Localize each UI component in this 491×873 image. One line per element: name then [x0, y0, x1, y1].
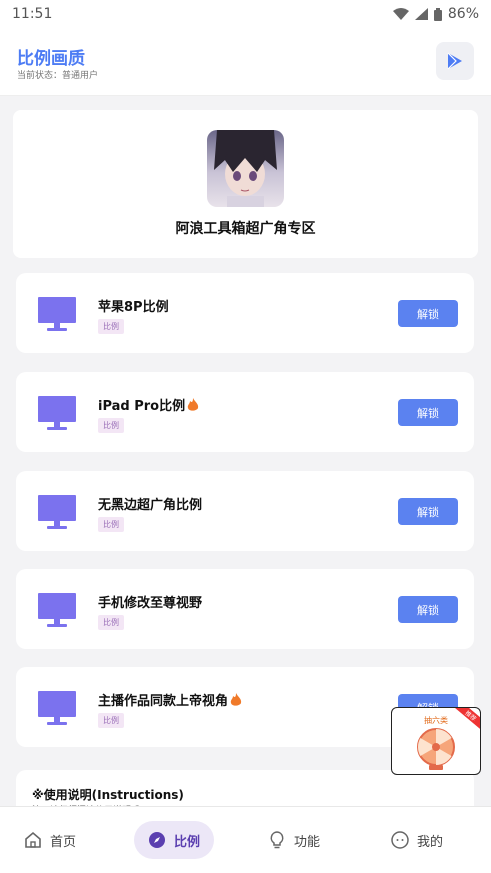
nav-ratio[interactable]: 比例: [134, 821, 215, 859]
status-bar: 11:51 86%: [0, 0, 491, 28]
battery-percent: 86%: [447, 6, 479, 22]
signal-icon: [414, 8, 428, 20]
list-item: 手机修改至尊视野 比例 解锁: [16, 569, 474, 649]
status-time: 11:51: [12, 6, 53, 22]
unlock-button[interactable]: 解锁: [398, 596, 458, 623]
item-title: 苹果8P比例: [98, 300, 169, 315]
item-title: iPad Pro比例: [98, 395, 199, 414]
lottery-title: 抽六类: [424, 716, 448, 725]
nav-mine-label: 我的: [417, 834, 444, 850]
floating-lottery-widget[interactable]: 推荐 抽六类: [391, 707, 481, 775]
nav-home[interactable]: 首页: [10, 821, 90, 859]
fire-icon: [187, 398, 199, 411]
list-item: 苹果8P比例 比例 解锁: [16, 273, 474, 353]
home-icon: [25, 831, 41, 848]
prize-wheel-icon: [417, 728, 455, 770]
item-tag: 比例: [98, 319, 124, 334]
nav-ratio-label: 比例: [174, 834, 201, 850]
play-store-icon: [447, 52, 462, 70]
monitor-icon: [38, 593, 76, 627]
nav-mine[interactable]: 我的: [377, 821, 457, 859]
fire-icon: [230, 693, 242, 706]
compass-icon: [149, 832, 165, 848]
nav-features-label: 功能: [294, 834, 321, 850]
lightbulb-icon: [270, 831, 284, 849]
battery-icon: [433, 7, 442, 21]
unlock-button[interactable]: 解锁: [398, 399, 458, 426]
item-title: 主播作品同款上帝视角: [98, 690, 242, 709]
item-tag: 比例: [98, 418, 124, 433]
bottom-nav: 首页 比例 功能 我的: [0, 806, 491, 873]
profile-card: 阿浪工具箱超广角专区: [13, 110, 478, 258]
wifi-icon: [392, 8, 409, 20]
nav-home-label: 首页: [50, 834, 77, 850]
face-icon: [391, 831, 409, 849]
item-tag: 比例: [98, 517, 124, 532]
user-status: 当前状态：普通用户: [17, 71, 99, 81]
play-button[interactable]: [436, 42, 474, 80]
avatar: [207, 130, 284, 207]
monitor-icon: [38, 396, 76, 430]
item-tag: 比例: [98, 615, 124, 630]
nav-features[interactable]: 功能: [254, 821, 334, 859]
item-tag: 比例: [98, 713, 124, 728]
profile-name: 阿浪工具箱超广角专区: [175, 221, 316, 237]
item-title: 手机修改至尊视野: [98, 596, 203, 611]
item-title: 无黑边超广角比例: [98, 498, 203, 513]
unlock-button[interactable]: 解锁: [398, 498, 458, 525]
monitor-icon: [38, 297, 76, 331]
status-icons: 86%: [392, 6, 479, 22]
list-item: 无黑边超广角比例 比例 解锁: [16, 471, 474, 551]
unlock-button[interactable]: 解锁: [398, 300, 458, 327]
monitor-icon: [38, 495, 76, 529]
page-title: 比例画质: [17, 49, 85, 69]
instructions-title: ※使用说明(Instructions): [32, 788, 184, 802]
list-item: iPad Pro比例 比例 解锁: [16, 372, 474, 452]
app-header: 比例画质 当前状态：普通用户: [0, 28, 491, 96]
monitor-icon: [38, 691, 76, 725]
